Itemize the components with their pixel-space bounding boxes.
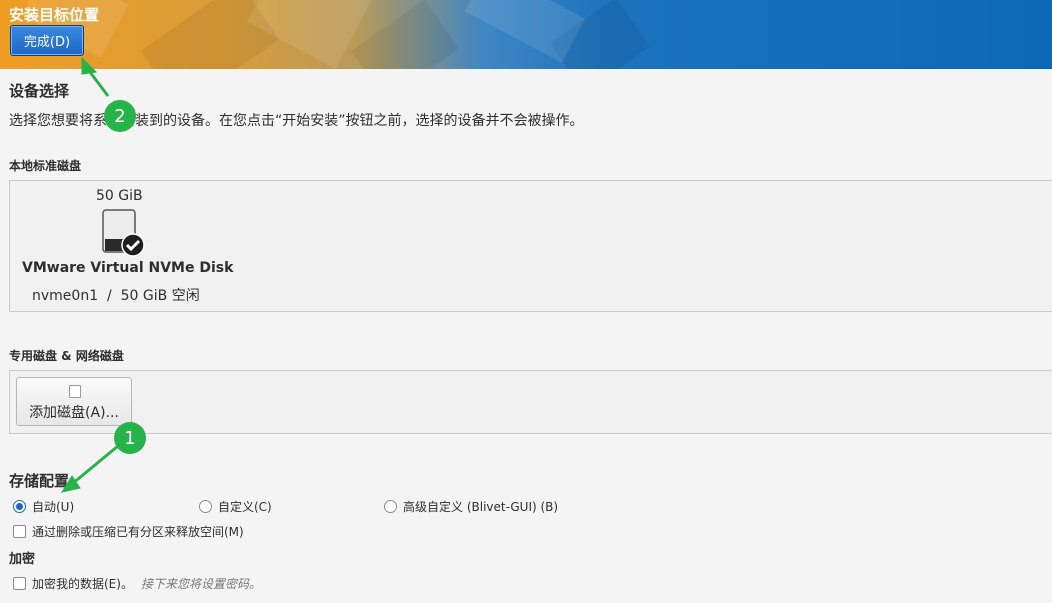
annotation-marker-2: 2 bbox=[104, 100, 136, 132]
special-disks-panel bbox=[9, 370, 1052, 434]
page-title: 安装目标位置 bbox=[9, 6, 100, 24]
disk-info: nvme0n1 / 50 GiB 空闲 bbox=[32, 285, 200, 305]
disk-free: 50 GiB 空闲 bbox=[120, 288, 200, 304]
disk-name: VMware Virtual NVMe Disk bbox=[22, 260, 234, 276]
radio-advanced[interactable]: 高级自定义 (Blivet-GUI) (B) bbox=[384, 498, 558, 515]
encrypt-checkbox[interactable]: 加密我的数据(E)。 接下来您将设置密码。 bbox=[13, 575, 261, 592]
checkbox-icon bbox=[13, 525, 26, 538]
radio-advanced-label: 高级自定义 (Blivet-GUI) (B) bbox=[403, 500, 559, 514]
encrypt-label: 加密我的数据(E)。 bbox=[32, 577, 133, 591]
disk-size: 50 GiB bbox=[96, 188, 143, 204]
encrypt-hint: 接下来您将设置密码。 bbox=[140, 577, 261, 591]
reclaim-space-checkbox[interactable]: 通过删除或压缩已有分区来释放空间(M) bbox=[13, 523, 244, 540]
disk-device: nvme0n1 bbox=[32, 288, 99, 304]
reclaim-space-label: 通过删除或压缩已有分区来释放空间(M) bbox=[32, 525, 244, 539]
disk-info-separator: / bbox=[107, 288, 112, 304]
radio-icon bbox=[199, 500, 212, 513]
checkbox-icon bbox=[13, 577, 26, 590]
local-disks-label: 本地标准磁盘 bbox=[9, 159, 82, 173]
special-disks-label: 专用磁盘 & 网络磁盘 bbox=[9, 349, 124, 363]
radio-custom[interactable]: 自定义(C) bbox=[199, 498, 272, 515]
radio-custom-label: 自定义(C) bbox=[218, 500, 272, 514]
add-disk-label: 添加磁盘(A)... bbox=[29, 405, 119, 421]
disk-small-icon bbox=[69, 385, 81, 398]
done-button[interactable]: 完成(D) bbox=[10, 25, 84, 56]
encryption-title: 加密 bbox=[9, 552, 36, 567]
radio-icon bbox=[384, 500, 397, 513]
storage-config-title: 存储配置 bbox=[9, 472, 70, 490]
radio-auto-label: 自动(U) bbox=[32, 500, 75, 514]
hard-disk-icon bbox=[102, 209, 146, 261]
device-selection-description: 选择您想要将系统安装到的设备。在您点击“开始安装”按钮之前，选择的设备并不会被操… bbox=[9, 113, 584, 129]
annotation-marker-1: 1 bbox=[114, 422, 146, 454]
device-selection-title: 设备选择 bbox=[9, 82, 70, 100]
add-disk-button[interactable]: 添加磁盘(A)... bbox=[16, 377, 132, 426]
radio-selected-icon bbox=[13, 500, 26, 513]
radio-auto[interactable]: 自动(U) bbox=[13, 498, 74, 515]
header-banner: 安装目标位置 完成(D) bbox=[0, 0, 1052, 69]
